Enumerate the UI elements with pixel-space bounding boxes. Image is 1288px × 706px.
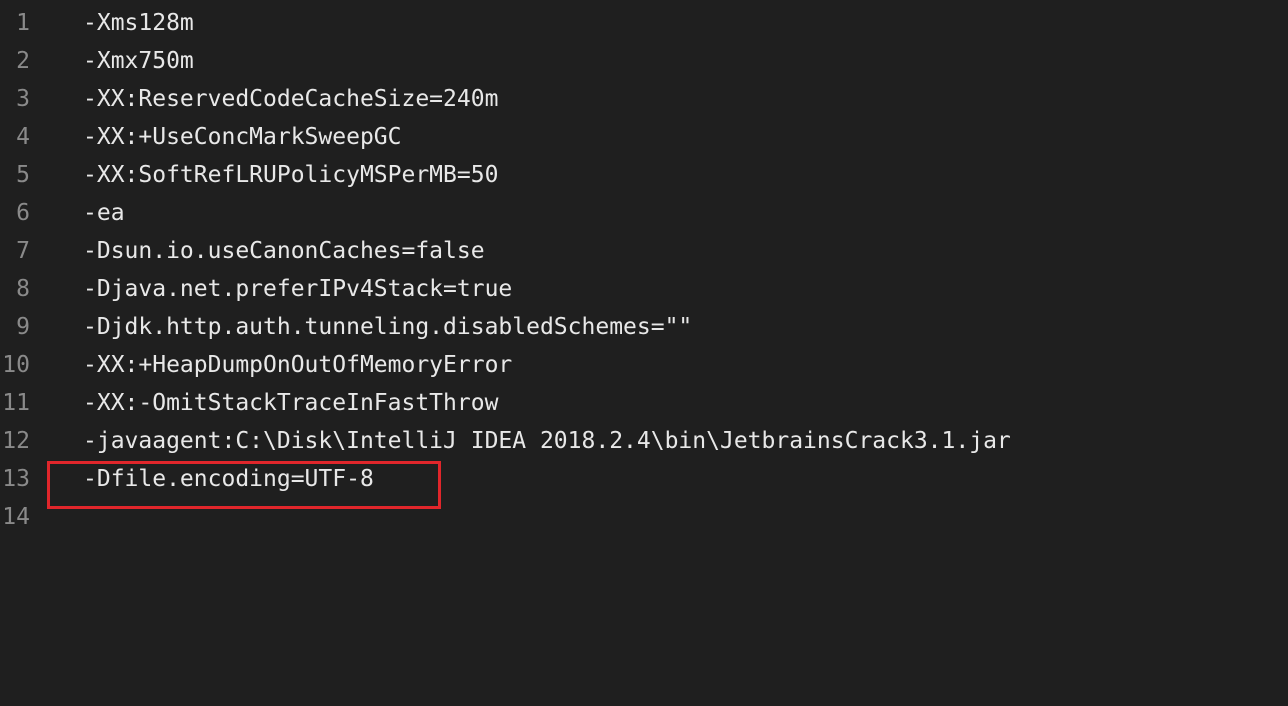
code-line[interactable]: 12 -javaagent:C:\Disk\IntelliJ IDEA 2018… (0, 422, 1288, 460)
code-line[interactable]: 11 -XX:-OmitStackTraceInFastThrow (0, 384, 1288, 422)
code-editor[interactable]: 1 -Xms128m 2 -Xmx750m 3 -XX:ReservedCode… (0, 0, 1288, 706)
code-line[interactable]: 1 -Xms128m (0, 4, 1288, 42)
code-line[interactable]: 9 -Djdk.http.auth.tunneling.disabledSche… (0, 308, 1288, 346)
line-number: 4 (16, 124, 30, 150)
line-number: 3 (16, 86, 30, 112)
code-line[interactable]: 6 -ea (0, 194, 1288, 232)
code-line[interactable]: 8 -Djava.net.preferIPv4Stack=true (0, 270, 1288, 308)
line-number: 2 (16, 48, 30, 74)
code-text[interactable]: -ea (83, 200, 125, 226)
line-number: 14 (2, 504, 30, 530)
line-number: 12 (2, 428, 30, 454)
line-number: 13 (2, 466, 30, 492)
line-number: 1 (16, 10, 30, 36)
code-text[interactable]: -XX:ReservedCodeCacheSize=240m (83, 86, 498, 112)
code-text[interactable]: -Xmx750m (83, 48, 194, 74)
line-number: 11 (2, 390, 30, 416)
highlight-box (47, 461, 441, 509)
code-text[interactable]: -Xms128m (83, 10, 194, 36)
code-line[interactable]: 5 -XX:SoftRefLRUPolicyMSPerMB=50 (0, 156, 1288, 194)
code-line[interactable]: 4 -XX:+UseConcMarkSweepGC (0, 118, 1288, 156)
code-text[interactable]: -XX:+UseConcMarkSweepGC (83, 124, 402, 150)
code-line[interactable]: 2 -Xmx750m (0, 42, 1288, 80)
code-line[interactable]: 3 -XX:ReservedCodeCacheSize=240m (0, 80, 1288, 118)
code-text[interactable]: -XX:-OmitStackTraceInFastThrow (83, 390, 498, 416)
line-number: 9 (16, 314, 30, 340)
code-text[interactable]: -javaagent:C:\Disk\IntelliJ IDEA 2018.2.… (83, 428, 1011, 454)
code-text[interactable]: -Dsun.io.useCanonCaches=false (83, 238, 485, 264)
line-number: 10 (2, 352, 30, 378)
code-text[interactable]: -Djava.net.preferIPv4Stack=true (83, 276, 512, 302)
line-number: 5 (16, 162, 30, 188)
code-text[interactable]: -XX:+HeapDumpOnOutOfMemoryError (83, 352, 512, 378)
code-line[interactable]: 10 -XX:+HeapDumpOnOutOfMemoryError (0, 346, 1288, 384)
line-number: 7 (16, 238, 30, 264)
code-line[interactable]: 7 -Dsun.io.useCanonCaches=false (0, 232, 1288, 270)
line-number: 8 (16, 276, 30, 302)
line-number: 6 (16, 200, 30, 226)
code-text[interactable]: -XX:SoftRefLRUPolicyMSPerMB=50 (83, 162, 498, 188)
code-text[interactable]: -Djdk.http.auth.tunneling.disabledScheme… (83, 314, 692, 340)
